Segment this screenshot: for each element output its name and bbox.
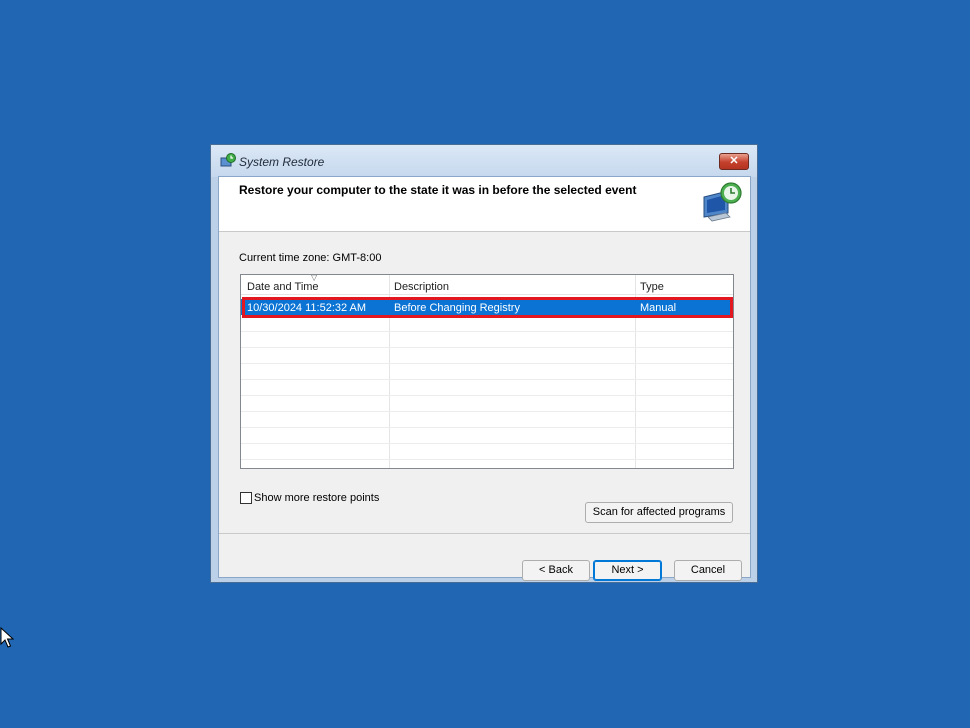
footer-separator (219, 533, 750, 534)
table-row (241, 395, 733, 412)
cell-date-time: 10/30/2024 11:52:32 AM (247, 302, 367, 314)
restore-points-table[interactable]: Date and Time ▽ Description Type 10/30/2… (240, 274, 734, 469)
back-button[interactable]: < Back (522, 560, 590, 581)
instruction-heading: Restore your computer to the state it wa… (239, 183, 637, 197)
column-divider (389, 275, 390, 294)
system-restore-window: System Restore ✕ Restore your computer t… (210, 144, 758, 583)
column-header-date-time[interactable]: Date and Time (247, 281, 319, 293)
column-header-type[interactable]: Type (640, 281, 664, 293)
title-bar[interactable]: System Restore ✕ (211, 145, 757, 177)
table-row (241, 331, 733, 348)
mouse-pointer-icon (0, 627, 14, 648)
table-row (241, 427, 733, 444)
timezone-label: Current time zone: GMT-8:00 (239, 252, 382, 264)
show-more-label: Show more restore points (254, 492, 380, 504)
next-button[interactable]: Next > (593, 560, 662, 581)
sort-indicator-icon: ▽ (311, 274, 318, 282)
table-row (241, 315, 733, 332)
table-row (241, 443, 733, 460)
window-title: System Restore (239, 155, 325, 169)
dialog-body: Restore your computer to the state it wa… (218, 176, 751, 581)
table-row (241, 379, 733, 396)
column-divider (635, 275, 636, 294)
table-row (241, 347, 733, 364)
cell-description: Before Changing Registry (394, 302, 520, 314)
table-header: Date and Time ▽ Description Type (241, 275, 733, 295)
table-row (241, 363, 733, 380)
show-more-checkbox[interactable] (240, 492, 252, 504)
cell-type: Manual (640, 302, 677, 314)
cancel-button[interactable]: Cancel (674, 560, 742, 581)
scan-affected-programs-button[interactable]: Scan for affected programs (585, 502, 733, 523)
system-restore-icon (220, 153, 236, 167)
computer-restore-icon (703, 182, 742, 222)
table-row (241, 411, 733, 428)
close-button[interactable]: ✕ (719, 153, 749, 170)
table-row-selected[interactable]: 10/30/2024 11:52:32 AM Before Changing R… (241, 299, 733, 315)
column-header-description[interactable]: Description (394, 281, 449, 293)
header-band: Restore your computer to the state it wa… (219, 177, 750, 232)
